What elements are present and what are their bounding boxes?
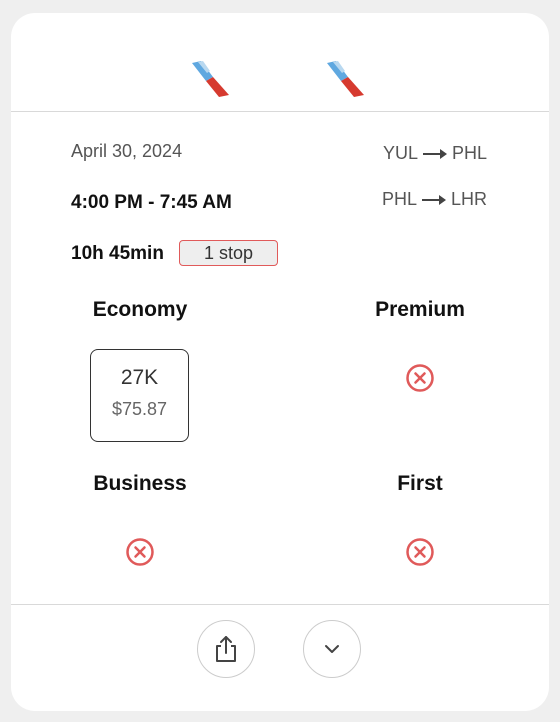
fare-points: 27K (120, 366, 159, 389)
economy-fare-option[interactable]: 27K $75.87 (90, 349, 189, 442)
flight-duration: 10h 45min (71, 243, 164, 264)
share-icon (216, 636, 236, 662)
stops-badge: 1 stop (179, 240, 278, 266)
origin-code: PHL (381, 189, 417, 209)
origin-code: YUL (382, 143, 418, 163)
american-airlines-logo (192, 61, 229, 97)
unavailable-icon (126, 538, 154, 566)
cabin-title-economy: Economy (92, 298, 188, 321)
expand-details-button[interactable] (303, 620, 361, 678)
destination-code: PHL (451, 143, 487, 163)
chevron-down-icon (325, 645, 339, 653)
destination-code: LHR (450, 189, 487, 209)
arrow-right-icon (421, 194, 446, 205)
unavailable-icon (406, 364, 434, 392)
airline-logos (11, 13, 549, 113)
route-segment-1: YUL PHL (383, 143, 487, 164)
share-button[interactable] (197, 620, 255, 678)
unavailable-icon (406, 538, 434, 566)
cabin-title-premium: Premium (375, 298, 465, 321)
cabin-title-first: First (397, 472, 443, 495)
flight-time-range: 4:00 PM - 7:45 AM (71, 192, 232, 213)
flight-result-card: April 30, 2024 4:00 PM - 7:45 AM 10h 45m… (11, 13, 549, 711)
fare-price: $75.87 (111, 399, 168, 419)
cabin-title-business: Business (93, 472, 187, 495)
route-segment-2: PHL LHR (382, 189, 487, 210)
american-airlines-logo (327, 61, 364, 97)
header-divider (11, 111, 549, 112)
flight-date: April 30, 2024 (71, 141, 183, 161)
footer-divider (11, 604, 549, 605)
arrow-right-icon (422, 148, 447, 159)
